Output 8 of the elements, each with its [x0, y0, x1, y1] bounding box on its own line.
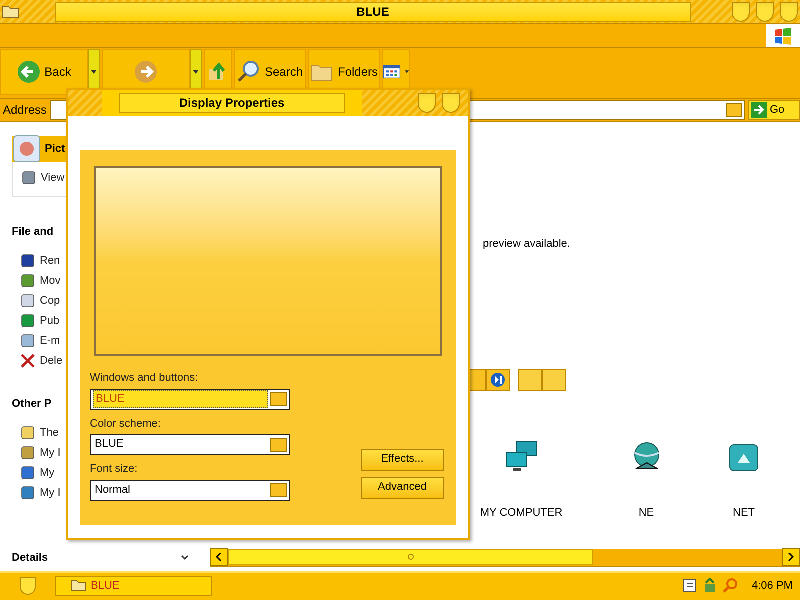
field-label: Font size:: [90, 462, 139, 477]
field-label: Color scheme:: [90, 416, 162, 432]
preview-message: preview available.: [483, 236, 572, 252]
dialog-title: Display Properties: [102, 90, 362, 116]
clock: 4:06 PM: [752, 579, 793, 594]
address-label: Address: [2, 102, 48, 119]
window-title: BLUE: [55, 2, 691, 22]
field-label: Windows and buttons:: [90, 371, 200, 386]
